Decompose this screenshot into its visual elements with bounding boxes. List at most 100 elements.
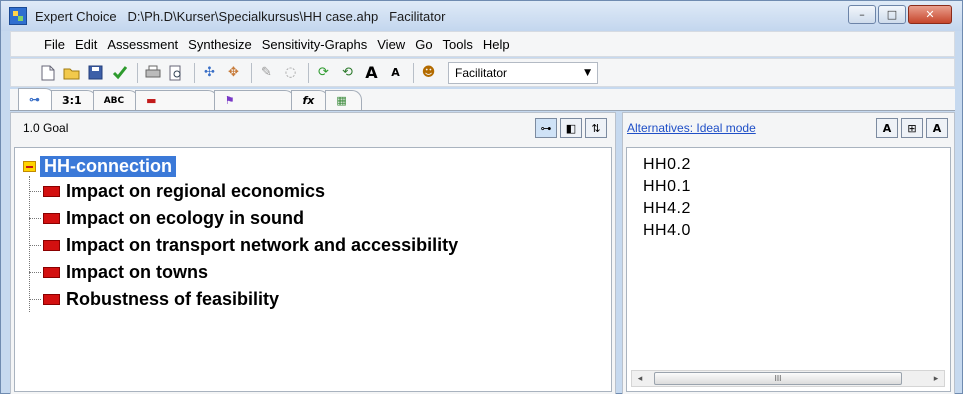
scroll-right-icon[interactable]: ▸ — [928, 371, 944, 386]
refresh-all-icon[interactable]: ⟳ — [313, 63, 334, 83]
criterion-node[interactable]: Impact on towns — [29, 259, 611, 286]
window-controls: – □ ✕ — [848, 5, 952, 24]
menu-sensitivity-graphs[interactable]: Sensitivity-Graphs — [257, 37, 372, 52]
menu-assessment[interactable]: Assessment — [102, 37, 183, 52]
criterion-node[interactable]: Impact on regional economics — [29, 178, 611, 205]
alternative-item[interactable]: HH4.2 — [643, 198, 950, 220]
numerical-compare-icon: 3:1 — [62, 94, 82, 107]
insert-child-icon[interactable]: ✣ — [199, 63, 220, 83]
menu-go[interactable]: Go — [410, 37, 437, 52]
new-file-icon[interactable] — [37, 63, 58, 83]
ratings-icon: ⚑ — [224, 94, 235, 107]
toolbar-separator — [308, 62, 309, 83]
application-window: Expert Choice D:\Ph.D\Kurser\Specialkurs… — [0, 0, 963, 394]
hierarchy-panel: 1.0 Goal ⊶ ◧ ⇅ HH-connection Impact on r… — [10, 112, 616, 394]
formula-icon: fx — [302, 94, 315, 107]
edit-alternative-button[interactable]: A — [876, 118, 898, 138]
print-preview-icon[interactable] — [166, 63, 187, 83]
users-icon[interactable]: ☻ — [418, 63, 439, 83]
chevron-down-icon: ▼ — [584, 67, 591, 78]
tab-ratings[interactable]: ⚑ — [213, 90, 296, 110]
hierarchy-header: 1.0 Goal ⊶ ◧ ⇅ — [11, 113, 615, 143]
menu-view[interactable]: View — [372, 37, 410, 52]
criterion-node[interactable]: Robustness of feasibility — [29, 286, 611, 313]
toolbar: ✣ ✥ ✎ ◌ ⟳ ⟲ A A ☻ Facilitator ▼ — [10, 58, 955, 87]
window-title-mode: Facilitator — [389, 8, 446, 24]
node-detail-button[interactable]: ◧ — [560, 118, 582, 138]
menu-edit[interactable]: Edit — [70, 37, 102, 52]
hierarchy-tree: HH-connection Impact on regional economi… — [14, 147, 612, 392]
font-larger-icon[interactable]: A — [361, 63, 382, 83]
tree-view-button[interactable]: ⊶ — [535, 118, 557, 138]
alternative-item[interactable]: HH0.1 — [643, 176, 950, 198]
check-icon[interactable] — [109, 63, 130, 83]
font-smaller-icon[interactable]: A — [385, 63, 406, 83]
criterion-node[interactable]: Impact on transport network and accessib… — [29, 232, 611, 259]
graphical-compare-icon: ▬ — [146, 94, 157, 107]
goal-label[interactable]: HH-connection — [40, 155, 176, 177]
criterion-label: Impact on ecology in sound — [66, 208, 305, 228]
current-node-label: 1.0 Goal — [23, 121, 69, 135]
data-grid-icon: ▦ — [336, 94, 347, 107]
window-title-app: Expert Choice — [35, 8, 117, 24]
print-icon[interactable] — [142, 63, 163, 83]
menu-synthesize[interactable]: Synthesize — [183, 37, 257, 52]
toolbar-separator — [194, 62, 195, 83]
tab-graphical-compare[interactable]: ▬ — [135, 90, 218, 110]
tab-numerical-compare[interactable]: 3:1 — [51, 90, 97, 110]
node-icon — [43, 294, 60, 305]
alternatives-list: HH0.2 HH0.1 HH4.2 HH4.0 ◂ III ▸ — [626, 147, 951, 392]
title-bar: Expert Choice D:\Ph.D\Kurser\Specialkurs… — [1, 1, 962, 31]
menu-file[interactable]: File — [39, 37, 70, 52]
close-button[interactable]: ✕ — [908, 5, 952, 24]
maximize-button[interactable]: □ — [878, 5, 906, 24]
insert-sibling-icon[interactable]: ✥ — [223, 63, 244, 83]
minimize-button[interactable]: – — [848, 5, 876, 24]
alternatives-buttons: A ⊞ A — [876, 118, 948, 138]
menu-tools[interactable]: Tools — [438, 37, 478, 52]
copy-alternative-button[interactable]: ⊞ — [901, 118, 923, 138]
alternative-item[interactable]: HH4.0 — [643, 220, 950, 242]
criterion-label: Impact on transport network and accessib… — [66, 235, 459, 255]
criterion-node[interactable]: Impact on ecology in sound — [29, 205, 611, 232]
menu-bar: File Edit Assessment Synthesize Sensitiv… — [10, 31, 955, 57]
tab-data-grid[interactable]: ▦ — [325, 90, 362, 110]
user-mode-value: Facilitator — [455, 65, 508, 80]
tab-tree-view[interactable]: ⊶ — [18, 88, 55, 110]
criterion-label: Impact on regional economics — [66, 181, 326, 201]
open-folder-icon[interactable] — [61, 63, 82, 83]
user-mode-dropdown[interactable]: Facilitator ▼ — [448, 61, 598, 84]
verbal-compare-icon: ABC — [103, 95, 125, 106]
alternatives-panel: Alternatives: Ideal mode A ⊞ A HH0.2 HH0… — [622, 112, 955, 394]
toolbar-separator — [413, 62, 414, 83]
toolbar-separator — [251, 62, 252, 83]
tab-formula[interactable]: fx — [291, 90, 330, 110]
node-icon — [43, 213, 60, 224]
node-icon — [43, 240, 60, 251]
alternative-item[interactable]: HH0.2 — [643, 154, 950, 176]
scrollbar-thumb[interactable]: III — [654, 372, 902, 385]
tab-strip: ⊶ 3:1 ABC ▬ ⚑ fx ▦ — [10, 88, 955, 111]
scroll-left-icon[interactable]: ◂ — [632, 371, 648, 386]
expert-choice-app-icon[interactable] — [9, 7, 27, 25]
tree-root-node[interactable]: HH-connection — [23, 154, 611, 178]
horizontal-scrollbar[interactable]: ◂ III ▸ — [631, 370, 945, 387]
window-title-path: D:\Ph.D\Kurser\Specialkursus\HH case.ahp — [127, 8, 379, 24]
criterion-label: Impact on towns — [66, 262, 209, 282]
refresh-all-icon[interactable]: ⟲ — [337, 63, 358, 83]
tab-verbal-compare[interactable]: ABC — [92, 90, 140, 110]
collapse-icon[interactable] — [23, 160, 36, 172]
node-icon — [43, 186, 60, 197]
refresh-icon[interactable]: ◌ — [280, 63, 301, 83]
edit-icon[interactable]: ✎ — [256, 63, 277, 83]
sort-button[interactable]: ⇅ — [585, 118, 607, 138]
alternatives-mode-link[interactable]: Alternatives: Ideal mode — [627, 121, 756, 135]
tree-view-icon: ⊶ — [29, 93, 40, 106]
criteria-list: Impact on regional economics Impact on e… — [29, 176, 611, 313]
menu-help[interactable]: Help — [478, 37, 515, 52]
toolbar-separator — [137, 62, 138, 83]
criterion-label: Robustness of feasibility — [66, 289, 280, 309]
add-alternative-button[interactable]: A — [926, 118, 948, 138]
node-icon — [43, 267, 60, 278]
save-icon[interactable] — [85, 63, 106, 83]
